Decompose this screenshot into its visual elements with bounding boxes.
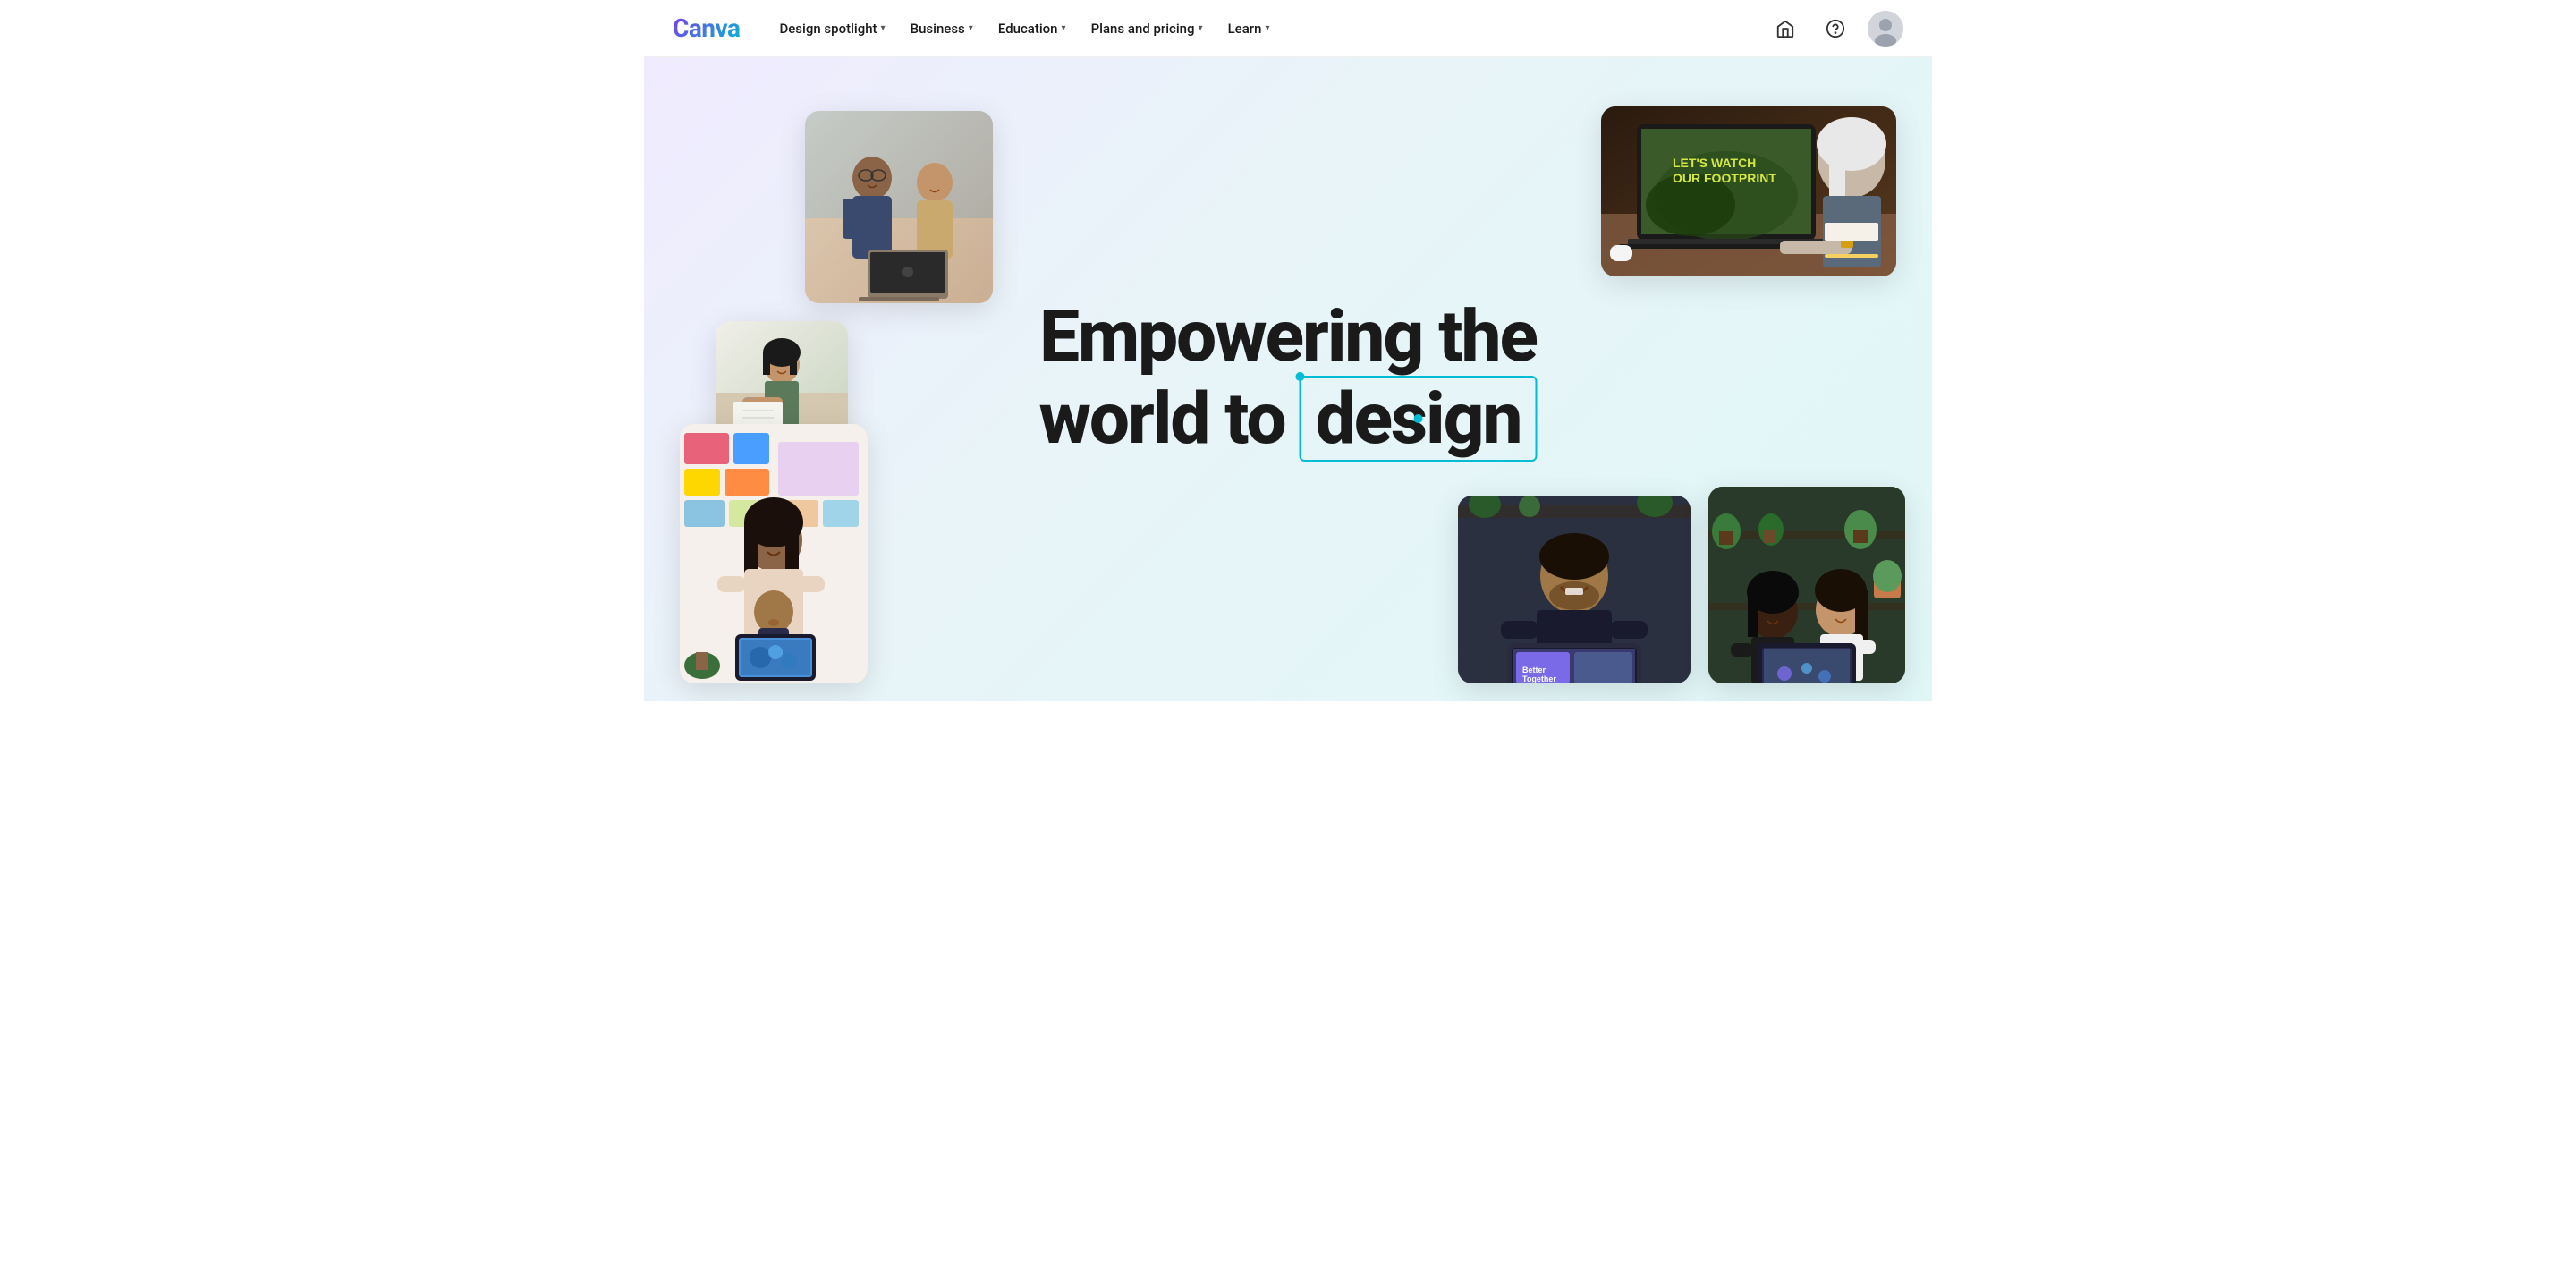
hero-line1: Empowering the: [1038, 297, 1537, 376]
nav-label-learn: Learn: [1228, 21, 1262, 37]
hero-line2-prefix: world to: [1038, 379, 1284, 458]
nav-links: Design spotlight ▾ Business ▾ Education …: [768, 13, 1767, 44]
nav-item-learn[interactable]: Learn ▾: [1217, 13, 1281, 44]
photo-mid-left: [716, 321, 848, 437]
photo-bottom-center-image: Better Together: [1458, 496, 1690, 683]
photo-top-right-image: LET'S WATCH OUR FOOTPRINT: [1601, 106, 1896, 276]
home-button[interactable]: [1767, 11, 1803, 47]
chevron-icon-education: ▾: [1062, 23, 1066, 33]
hero-line2: world to design: [1038, 376, 1537, 462]
chevron-icon-business: ▾: [969, 23, 973, 33]
nav-label-design-spotlight: Design spotlight: [779, 21, 877, 37]
nav-right: [1767, 11, 1903, 47]
nav-label-education: Education: [998, 21, 1058, 37]
photo-bottom-right-image: [1708, 487, 1905, 683]
svg-text:Together: Together: [1522, 674, 1556, 683]
photo-mid-left-image: [716, 321, 848, 437]
nav-item-plans-pricing[interactable]: Plans and pricing ▾: [1080, 13, 1214, 44]
photo-bottom-left-image: [680, 424, 868, 683]
photo-bottom-left: [680, 424, 868, 683]
photo-bottom-right: [1708, 487, 1905, 683]
nav-label-plans-pricing: Plans and pricing: [1091, 21, 1195, 37]
chevron-icon-design-spotlight: ▾: [881, 23, 886, 33]
hero-section: LET'S WATCH OUR FOOTPRINT: [644, 57, 1932, 701]
navbar: Canva Design spotlight ▾ Business ▾ Educ…: [644, 0, 1932, 57]
svg-text:Better: Better: [1522, 666, 1546, 674]
nav-label-business: Business: [911, 21, 965, 37]
hero-design-box: design: [1300, 376, 1538, 462]
avatar-icon: [1868, 11, 1903, 47]
hero-design-word: design: [1316, 379, 1521, 458]
photo-top-left-image: [805, 111, 993, 303]
nav-item-education[interactable]: Education ▾: [987, 13, 1077, 44]
logo-text: Canva: [673, 13, 740, 43]
svg-text:LET'S WATCH: LET'S WATCH: [1673, 156, 1756, 170]
help-button[interactable]: [1818, 11, 1853, 47]
hero-text: Empowering the world to design: [1038, 297, 1537, 462]
chevron-icon-plans-pricing: ▾: [1199, 23, 1203, 33]
nav-item-business[interactable]: Business ▾: [900, 13, 984, 44]
photo-bottom-center: Better Together: [1458, 496, 1690, 683]
user-avatar[interactable]: [1868, 11, 1903, 47]
logo[interactable]: Canva: [673, 13, 740, 43]
chevron-icon-learn: ▾: [1265, 23, 1269, 33]
photo-top-right: LET'S WATCH OUR FOOTPRINT: [1601, 106, 1896, 276]
photo-top-left: [805, 111, 993, 303]
svg-text:OUR FOOTPRINT: OUR FOOTPRINT: [1673, 171, 1776, 185]
nav-item-design-spotlight[interactable]: Design spotlight ▾: [768, 13, 895, 44]
